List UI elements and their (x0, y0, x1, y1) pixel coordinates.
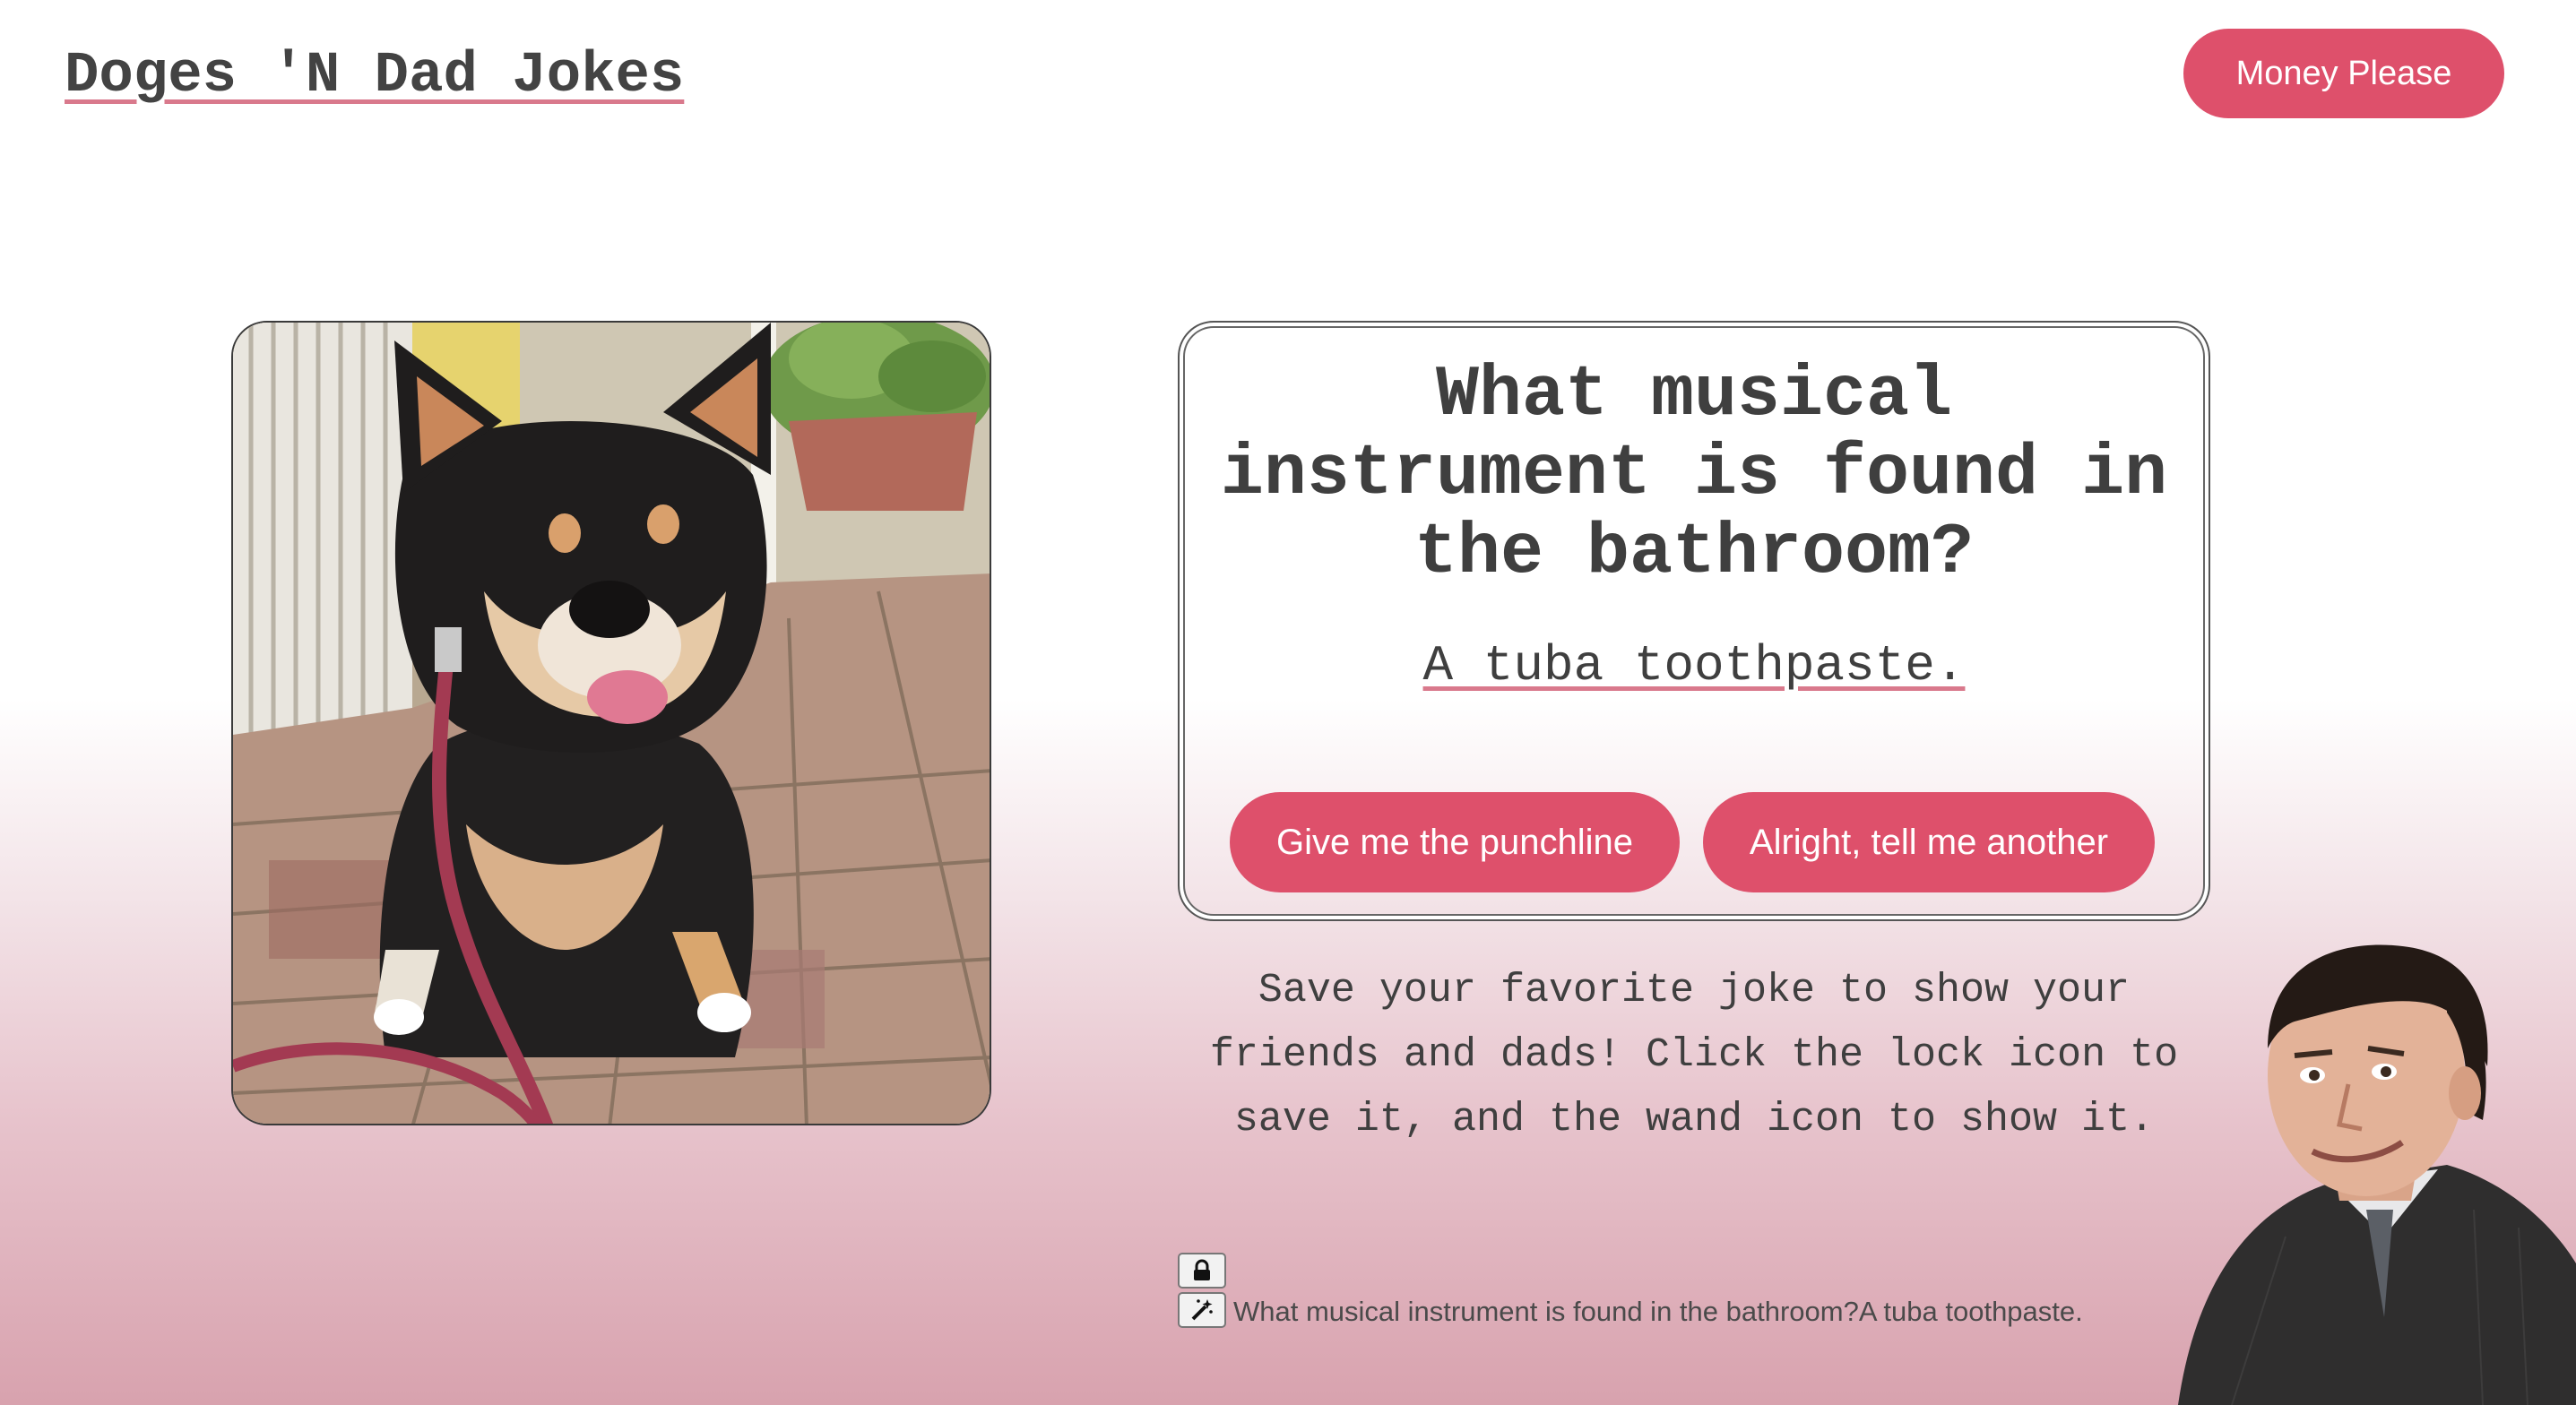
saved-joke-text: What musical instrument is found in the … (1233, 1296, 2083, 1327)
joke-punchline: A tuba toothpaste. (1422, 637, 1966, 694)
dog-photo (231, 321, 991, 1125)
lock-icon[interactable] (1178, 1253, 1226, 1289)
joke-question: What musical instrument is found in the … (1220, 355, 2168, 594)
magic-wand-icon[interactable] (1178, 1292, 1226, 1328)
joke-card: What musical instrument is found in the … (1178, 321, 2210, 921)
save-instructions: Save your favorite joke to show your fri… (1209, 968, 2179, 1142)
man-in-suit-figure (2178, 941, 2576, 1405)
site-title: Doges 'N Dad Jokes (65, 44, 685, 108)
give-punchline-button[interactable]: Give me the punchline (1230, 792, 1680, 892)
money-please-button[interactable]: Money Please (2183, 29, 2504, 118)
next-joke-button[interactable]: Alright, tell me another (1703, 792, 2155, 892)
